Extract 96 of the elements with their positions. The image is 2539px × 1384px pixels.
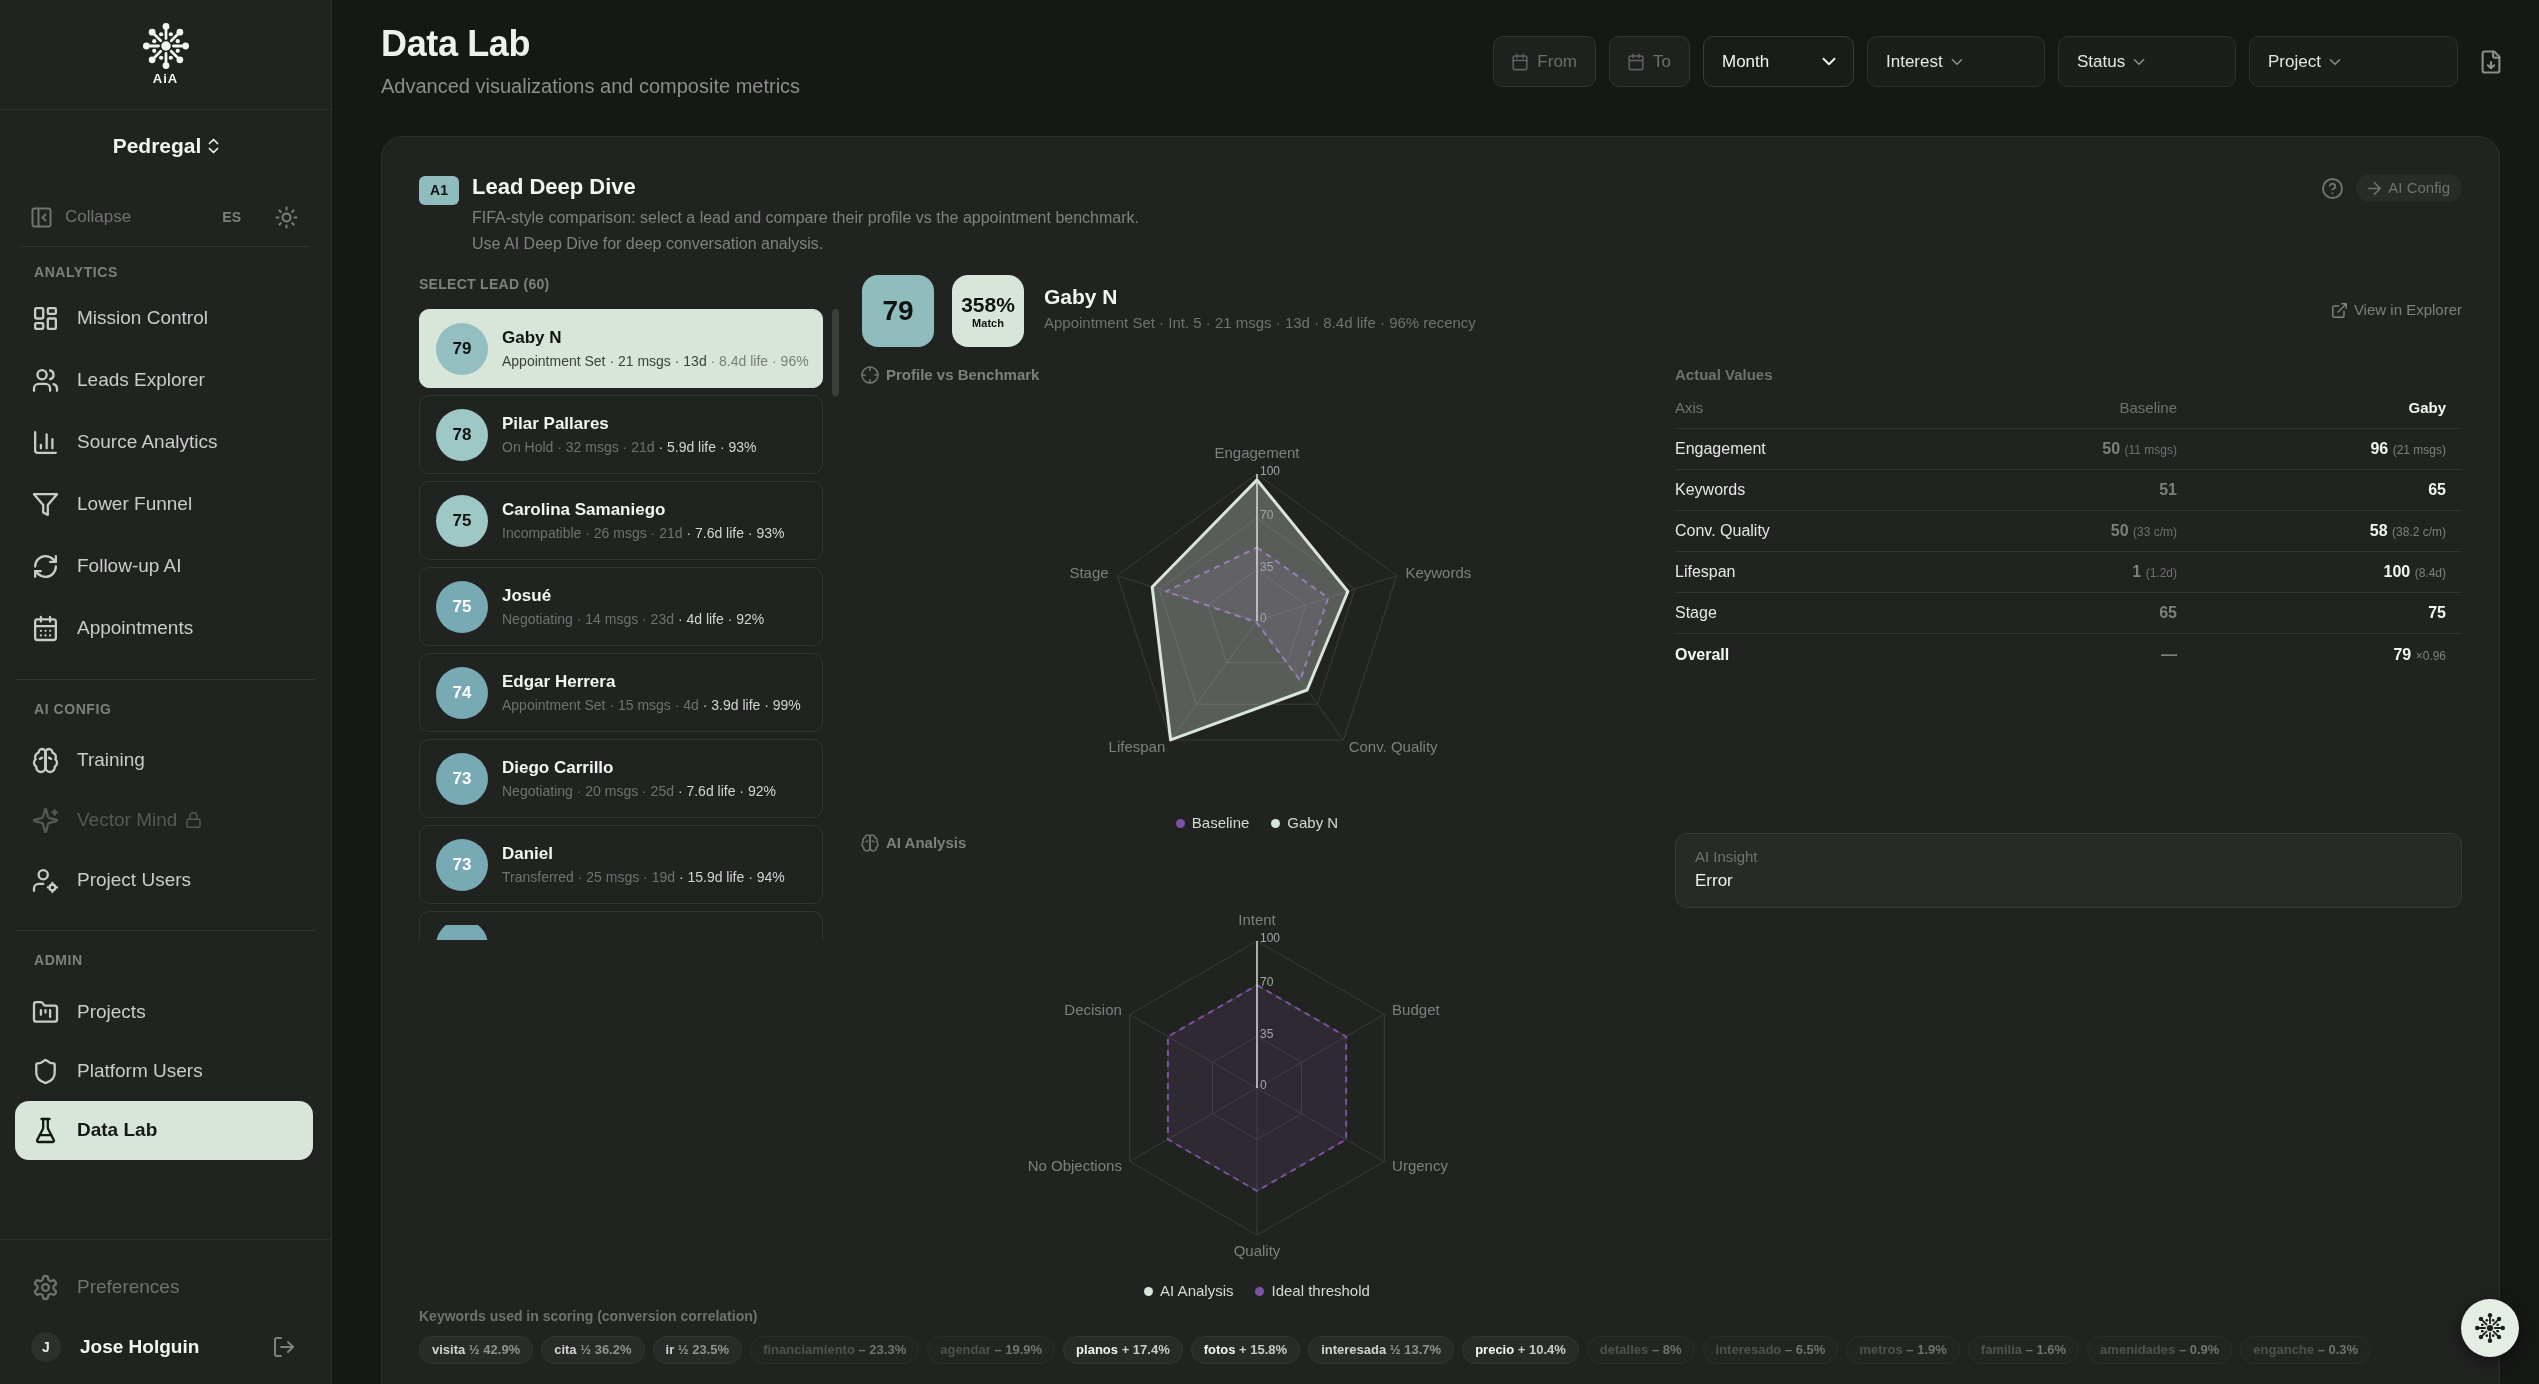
legend-label: Gaby N bbox=[1287, 812, 1339, 833]
insight-label: AI Insight bbox=[1695, 847, 1759, 867]
insight-text: Error bbox=[1695, 870, 1734, 892]
match-percent: 358% bbox=[961, 293, 1015, 317]
tick-label: 70 bbox=[1260, 975, 1274, 990]
page-title: Data Lab bbox=[381, 22, 532, 66]
lead-meta: Appointment Set · 15 msgs · 4d · 3.9d life · 99% bbox=[502, 696, 801, 714]
lead-name: Pilar Pallares bbox=[502, 413, 610, 435]
lead-meta: Negotiating · 20 msgs · 25d · 7.6d life · 92% bbox=[502, 782, 776, 800]
keywords-heading: Keywords used in scoring (conversion correlation) bbox=[419, 1307, 759, 1325]
legend-label: AI Analysis bbox=[1160, 1280, 1234, 1301]
lead-meta: On Hold · 32 msgs · 21d · 5.9d life · 93% bbox=[502, 438, 757, 456]
lead-name: Gaby N bbox=[502, 327, 563, 349]
logo-text: AiA bbox=[152, 72, 179, 86]
legend-label: Ideal threshold bbox=[1271, 1280, 1370, 1301]
lead-name: Edgar Herrera bbox=[502, 671, 617, 693]
table-cell-text: 65 bbox=[2158, 603, 2177, 623]
table-cell-text: 65 bbox=[2427, 480, 2446, 500]
table-cell-text: 100 (8.4d) bbox=[2382, 562, 2446, 582]
lead-name: Josué bbox=[502, 585, 553, 607]
chart-title: AI Analysis bbox=[886, 832, 967, 853]
axis-label: Budget bbox=[1392, 1001, 1440, 1018]
panel-title: Lead Deep Dive bbox=[472, 173, 637, 201]
table-cell-text: 50 (11 msgs) bbox=[2101, 439, 2177, 459]
score-tile: 79 bbox=[862, 275, 934, 347]
table-cell-text: 1 (1.2d) bbox=[2131, 562, 2177, 582]
match-label: Match bbox=[972, 317, 1004, 329]
lead-score: 75 bbox=[436, 580, 488, 633]
table-cell-text: 51 bbox=[2158, 480, 2177, 500]
lead-meta: Negotiating · 14 msgs · 23d · 4d life · 92% bbox=[502, 610, 765, 628]
list-heading: SELECT LEAD (60) bbox=[419, 275, 551, 293]
lead-score: 75 bbox=[436, 494, 488, 547]
table-title: Actual Values bbox=[1675, 365, 1774, 385]
section-heading: ANALYTICS bbox=[34, 263, 119, 281]
axis-label: Keywords bbox=[1405, 563, 1472, 581]
keyword-tag: interesada ½ 13.7% bbox=[1308, 1336, 1455, 1364]
lead-summary: Appointment Set · Int. 5 · 21 msgs · 13d · 8.4d life · 96% recency bbox=[1044, 313, 1476, 333]
tick-label: 100 bbox=[1260, 464, 1281, 478]
axis-label: Decision bbox=[1064, 1001, 1122, 1018]
keyword-tag: visita ½ 42.9% bbox=[419, 1336, 534, 1364]
axis-label: Engagement bbox=[1214, 444, 1300, 461]
keyword-tag: ir ½ 23.5% bbox=[652, 1336, 743, 1364]
column-header: Axis bbox=[1675, 398, 1704, 419]
tick-label: 100 bbox=[1260, 931, 1281, 945]
table-cell-text: Conv. Quality bbox=[1675, 521, 1770, 541]
user-name: Jose Holguin bbox=[80, 1334, 201, 1359]
axis-label: Quality bbox=[1233, 1242, 1281, 1259]
lead-name: Carolina Samaniego bbox=[502, 499, 667, 521]
chart-title: Profile vs Benchmark bbox=[886, 364, 1040, 385]
keyword-tag: cita ½ 36.2% bbox=[541, 1336, 645, 1364]
section-badge: A1 bbox=[419, 176, 459, 205]
tick-label: 35 bbox=[1260, 1026, 1274, 1041]
keyword-tag: precio + 10.4% bbox=[1462, 1336, 1579, 1364]
user-avatar: J bbox=[31, 1332, 61, 1362]
section-heading: ADMIN bbox=[34, 951, 84, 969]
table-cell-text: Engagement bbox=[1675, 439, 1766, 459]
lead-score: 78 bbox=[436, 408, 488, 461]
lead-name: Diego Carrillo bbox=[502, 757, 615, 779]
lead-meta: Incompatible · 26 msgs · 21d · 7.6d life · 93% bbox=[502, 524, 785, 542]
panel-description: FIFA-style comparison: select a lead and compare their profile vs the appointment benchmark. bbox=[472, 208, 1139, 228]
lead-meta: Appointment Set · 21 msgs · 13d · 8.4d life · 96% bbox=[502, 352, 809, 370]
legend-label: Baseline bbox=[1191, 812, 1250, 833]
lead-score: 73 bbox=[436, 838, 488, 891]
axis-label: No Objections bbox=[1027, 1157, 1122, 1174]
table-cell-text: — bbox=[2160, 644, 2177, 665]
axis-label: Conv. Quality bbox=[1348, 738, 1438, 756]
lead-score: 73 bbox=[436, 752, 488, 805]
table-cell-text: 50 (33 c/m) bbox=[2109, 521, 2177, 541]
table-cell-text: 75 bbox=[2427, 603, 2446, 623]
table-cell-text: Lifespan bbox=[1675, 562, 1736, 582]
column-header: Baseline bbox=[2118, 398, 2177, 419]
axis-label: Urgency bbox=[1392, 1157, 1448, 1174]
page-subtitle: Advanced visualizations and composite metrics bbox=[381, 74, 801, 99]
tick-label: 70 bbox=[1260, 508, 1274, 523]
axis-label: Lifespan bbox=[1108, 738, 1166, 756]
table-cell-text: 96 (21 msgs) bbox=[2369, 439, 2446, 459]
axis-label: Intent bbox=[1238, 911, 1276, 928]
lead-score: 79 bbox=[436, 322, 488, 375]
panel-description: Use AI Deep Dive for deep conversation analysis. bbox=[472, 234, 825, 254]
tick-label: 35 bbox=[1260, 559, 1274, 574]
lead-meta: Transferred · 25 msgs · 19d · 15.9d life · 94% bbox=[502, 868, 785, 886]
lead-name: Daniel bbox=[502, 843, 555, 865]
section-heading: AI CONFIG bbox=[34, 700, 113, 718]
table-cell-text: Stage bbox=[1675, 603, 1717, 623]
tick-label: 0 bbox=[1260, 611, 1267, 625]
keyword-tag: planos + 17.4% bbox=[1063, 1336, 1183, 1364]
lead-name: Gaby N bbox=[1044, 284, 1119, 310]
table-cell-text: Overall bbox=[1675, 644, 1730, 665]
keyword-tag: fotos + 15.8% bbox=[1190, 1336, 1301, 1364]
axis-label: Stage bbox=[1069, 563, 1109, 581]
column-header: Gaby bbox=[2407, 398, 2446, 419]
table-cell-text: Keywords bbox=[1675, 480, 1746, 500]
table-cell-text: 58 (38.2 c/m) bbox=[2368, 521, 2446, 541]
lead-score: 74 bbox=[436, 666, 488, 719]
tick-label: 0 bbox=[1260, 1078, 1267, 1092]
table-cell-text: 79 ×0.96 bbox=[2392, 644, 2446, 665]
